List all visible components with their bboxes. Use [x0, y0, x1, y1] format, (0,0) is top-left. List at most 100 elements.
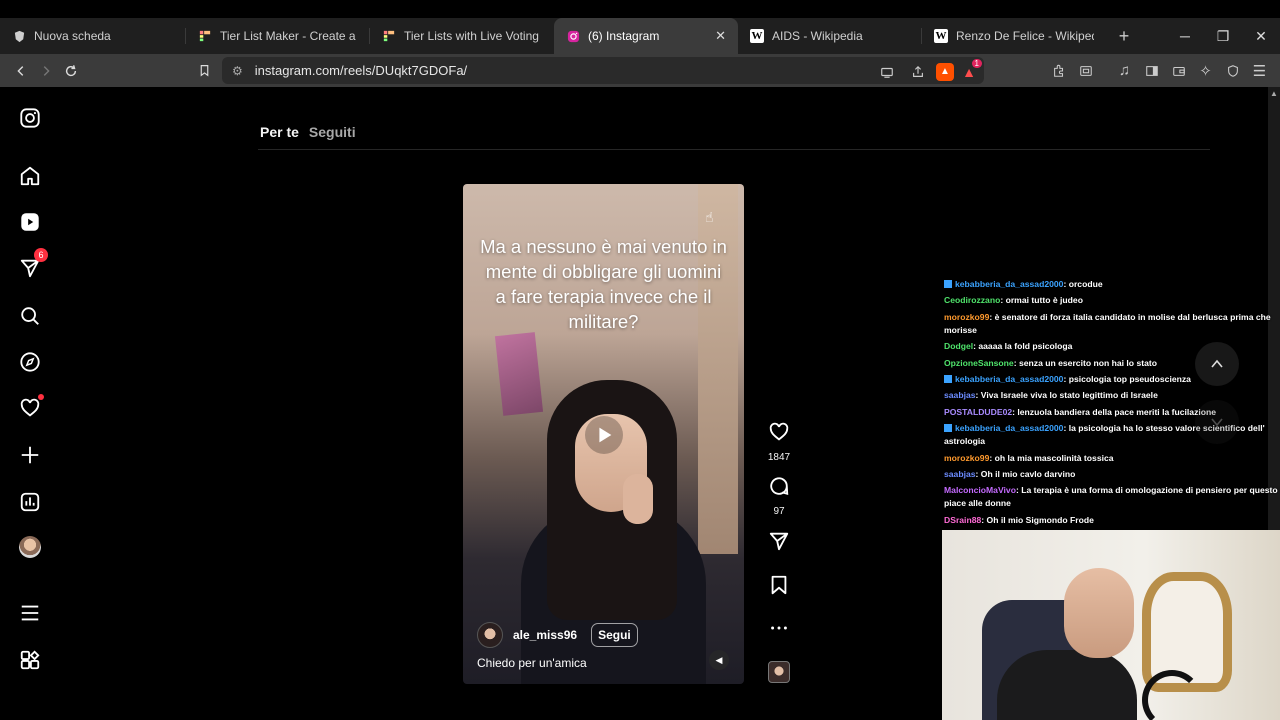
- reel-video[interactable]: Ma a nessuno è mai venuto in mente di ob…: [463, 184, 744, 684]
- chat-message: MalconcioMaVivo: La terapia è una forma …: [944, 485, 1278, 509]
- explore-compass-icon[interactable]: [18, 350, 42, 374]
- comment-action: 97: [765, 475, 793, 517]
- reel-caption[interactable]: Chiedo per un'amica: [477, 656, 587, 670]
- tab-instagram[interactable]: (6) Instagram ✕: [554, 18, 738, 54]
- site-settings-icon[interactable]: ⚙: [232, 64, 243, 78]
- reel-overlay-text: Ma a nessuno è mai venuto in mente di ob…: [480, 236, 727, 332]
- chat-message: Ceodirozzano: ormai tutto è judeo: [944, 295, 1083, 306]
- like-heart-icon[interactable]: [768, 421, 790, 448]
- tab-title: AIDS - Wikipedia: [772, 29, 863, 43]
- save-bookmark-icon[interactable]: [768, 574, 790, 601]
- audio-speaker-icon[interactable]: ◀: [709, 650, 729, 670]
- wallet-icon[interactable]: [1166, 58, 1191, 83]
- brave-lion-icon: [12, 29, 26, 43]
- tab-title: (6) Instagram: [588, 29, 660, 43]
- bookmark-icon[interactable]: [192, 58, 217, 83]
- cast-icon[interactable]: [874, 59, 899, 84]
- more-options-icon[interactable]: [765, 617, 793, 639]
- author-avatar[interactable]: [477, 622, 503, 648]
- back-arrow-icon[interactable]: [8, 58, 33, 83]
- window-controls: ─ ❐ ✕: [1166, 18, 1280, 54]
- tab-nuova-scheda[interactable]: Nuova scheda: [0, 18, 186, 54]
- audio-thumbnail[interactable]: [765, 661, 793, 683]
- reel-author: ale_miss96 Segui: [477, 622, 638, 648]
- messages-icon[interactable]: 6: [18, 248, 48, 280]
- previous-reel-chevron-up-icon[interactable]: [1195, 342, 1239, 386]
- search-icon[interactable]: [18, 304, 42, 328]
- extension-toolbar: ♫ ✧ ☰: [1046, 58, 1272, 83]
- tab-renzo-de-felice[interactable]: W Renzo De Felice - Wikipedia: [922, 18, 1106, 54]
- instagram-logo-icon[interactable]: [18, 106, 42, 130]
- feed-divider: [258, 149, 1210, 150]
- tab-aids-wikipedia[interactable]: W AIDS - Wikipedia: [738, 18, 922, 54]
- brave-rewards-icon[interactable]: ▲ 1: [960, 58, 982, 81]
- chat-message: DSrain88: Oh il mio Sigmondo Frode: [944, 514, 1094, 525]
- share-action: [765, 530, 793, 557]
- dashboard-chart-icon[interactable]: [18, 490, 42, 514]
- share-icon[interactable]: [905, 59, 930, 84]
- chat-badge-icon: [944, 424, 952, 433]
- play-icon[interactable]: [585, 416, 623, 454]
- comment-bubble-icon[interactable]: [768, 475, 790, 502]
- tab-title: Renzo De Felice - Wikipedia: [956, 29, 1094, 43]
- also-from-meta-icon[interactable]: [18, 648, 42, 672]
- author-username[interactable]: ale_miss96: [513, 628, 577, 642]
- messages-badge: 6: [34, 248, 48, 262]
- menu-hamburger-icon[interactable]: ☰: [1247, 58, 1272, 83]
- save-action: [765, 574, 793, 601]
- streamer-webcam: [942, 530, 1280, 720]
- mouse-cursor-icon: ☝: [705, 209, 714, 225]
- vpn-shield-icon[interactable]: [1220, 58, 1245, 83]
- follow-button[interactable]: Segui: [591, 623, 638, 647]
- address-bar[interactable]: ⚙ instagram.com/reels/DUqkt7GDOFa/ ▲ ▲ 1: [222, 57, 984, 84]
- brave-shields-icon[interactable]: ▲: [936, 62, 954, 81]
- sidebar-panel-icon[interactable]: [1139, 58, 1164, 83]
- tab-per-te[interactable]: Per te: [260, 124, 299, 140]
- minimize-icon[interactable]: ─: [1166, 18, 1204, 54]
- browser-toolbar: ⚙ instagram.com/reels/DUqkt7GDOFa/ ▲ ▲ 1 …: [0, 54, 1280, 87]
- notification-dot: [38, 394, 44, 400]
- rewards-badge: 1: [971, 58, 982, 68]
- chat-message: saabjas: Viva Israele viva lo stato legi…: [944, 390, 1158, 401]
- chat-message: morozko99: oh la mia mascolinità tossica: [944, 452, 1114, 463]
- wikipedia-icon: W: [934, 29, 948, 43]
- notifications-heart-icon[interactable]: [18, 394, 44, 420]
- extensions-puzzle-icon[interactable]: [1046, 58, 1071, 83]
- url-text: instagram.com/reels/DUqkt7GDOFa/: [254, 63, 468, 78]
- tiermaker-icon: [198, 29, 212, 43]
- home-icon[interactable]: [18, 164, 42, 188]
- forward-arrow-icon[interactable]: [33, 58, 58, 83]
- chat-badge-icon: [944, 374, 952, 383]
- tab-title: Nuova scheda: [34, 29, 111, 43]
- tab-title: Tier List Maker - Create a Tier Li: [220, 29, 358, 43]
- like-count: 1847: [767, 452, 791, 463]
- tab-seguiti[interactable]: Seguiti: [309, 124, 356, 140]
- instagram-icon: [566, 29, 580, 43]
- reels-feed-tabs: Per te Seguiti: [260, 124, 356, 140]
- chat-message: morozko99: è senatore di forza italia ca…: [944, 311, 1271, 335]
- reels-icon[interactable]: [18, 210, 42, 234]
- close-window-icon[interactable]: ✕: [1242, 18, 1280, 54]
- wikipedia-icon: W: [750, 29, 764, 43]
- restore-icon[interactable]: ❐: [1204, 18, 1242, 54]
- chat-message: saabjas: Oh il mio cavlo darvino: [944, 468, 1076, 479]
- chat-badge-icon: [944, 280, 952, 288]
- tab-tier-list-maker[interactable]: Tier List Maker - Create a Tier Li: [186, 18, 370, 54]
- create-plus-icon[interactable]: [18, 443, 42, 467]
- new-tab-plus-icon[interactable]: +: [1106, 18, 1142, 54]
- send-paper-plane-icon[interactable]: [768, 530, 790, 557]
- leo-ai-icon[interactable]: ✧: [1193, 58, 1218, 83]
- more-menu-icon[interactable]: [18, 601, 42, 625]
- next-reel-chevron-down-icon[interactable]: [1195, 400, 1239, 444]
- instagram-side-nav: 6: [0, 87, 60, 700]
- like-action: 1847: [765, 421, 793, 463]
- tab-title: Tier Lists with Live Voting - TierM: [404, 29, 542, 43]
- chat-message: kebabberia_da_assad2000: orcodue: [944, 278, 1280, 291]
- reload-icon[interactable]: [58, 58, 83, 83]
- screenshot-icon[interactable]: [1073, 58, 1098, 83]
- profile-avatar[interactable]: [18, 535, 42, 559]
- tab-tier-lists-voting[interactable]: Tier Lists with Live Voting - TierM: [370, 18, 554, 54]
- scroll-up-arrow-icon[interactable]: ▲: [1268, 89, 1280, 98]
- media-music-icon[interactable]: ♫: [1112, 58, 1137, 83]
- close-tab-icon[interactable]: ✕: [715, 28, 726, 44]
